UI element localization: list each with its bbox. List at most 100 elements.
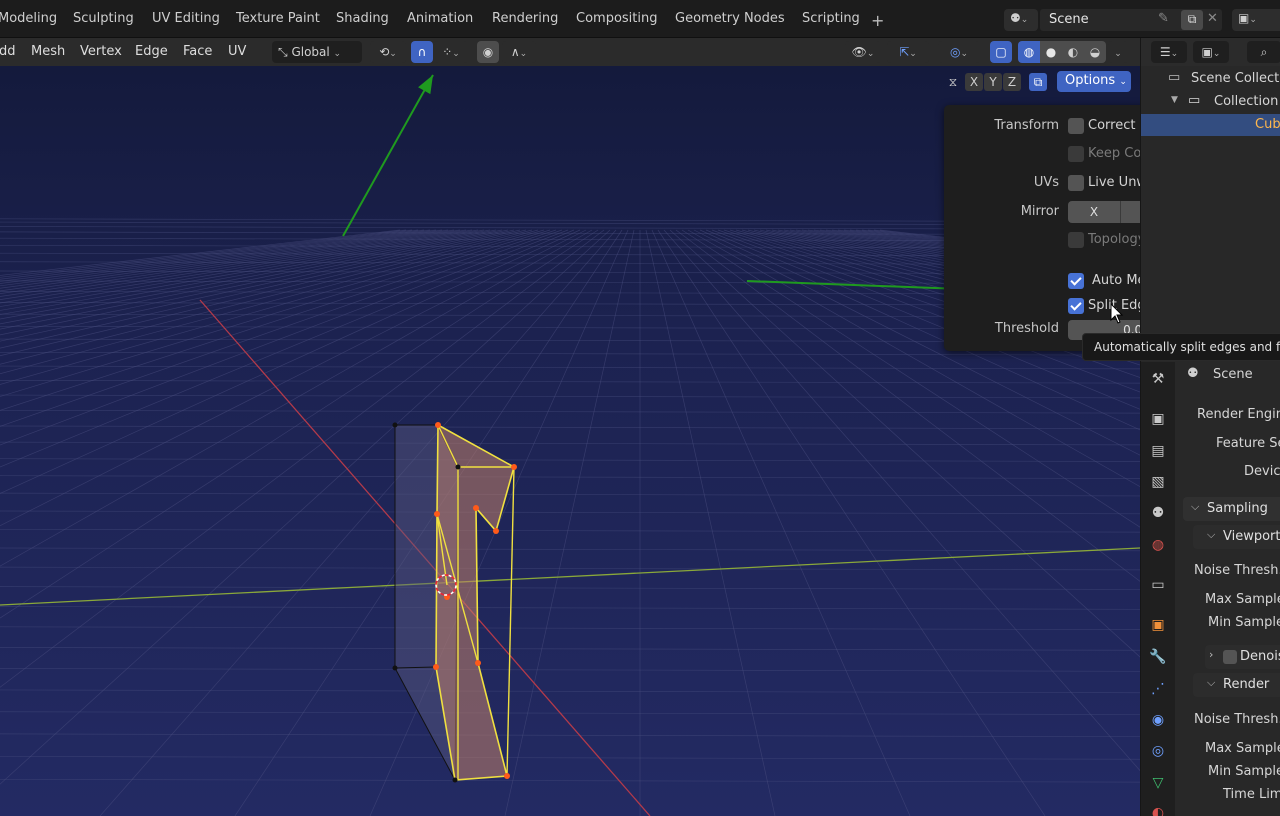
new-scene-button[interactable]: ⧉ xyxy=(1181,10,1203,30)
falloff-dropdown[interactable]: ∧⌄ xyxy=(502,41,536,63)
tab-geometry-nodes[interactable]: Geometry Nodes xyxy=(675,11,785,33)
tab-shading[interactable]: Shading xyxy=(336,11,389,33)
display-mode-dropdown[interactable]: ▣⌄ xyxy=(1193,41,1229,63)
chevron-down-icon: ⌄ xyxy=(389,49,397,59)
chevron-down-icon: ⌄ xyxy=(866,49,875,59)
wireframe-shading-button[interactable]: ◍ xyxy=(1018,41,1040,63)
outliner-header: ☰⌄ ▣⌄ ⌕ xyxy=(1140,38,1280,66)
chevron-down-icon: ⌄ xyxy=(452,49,460,59)
view-layer-browse-button[interactable]: ▣⌄ xyxy=(1232,9,1280,31)
mesh-vertex xyxy=(433,664,439,670)
gizmo-icon: ⇱ xyxy=(899,45,910,59)
scene-browse-button[interactable]: ⚉⌄ xyxy=(1004,9,1038,31)
visibility-dropdown[interactable]: 👁⌄ xyxy=(845,41,881,63)
solid-sphere-icon: ● xyxy=(1045,45,1057,59)
auto-merge-toggle-icon[interactable]: ⧉ xyxy=(1029,73,1047,91)
topology-mirror-checkbox[interactable] xyxy=(1068,232,1084,248)
chevron-down-icon: ⌵ xyxy=(1191,500,1200,513)
options-dropdown-button[interactable]: Options ⌄ xyxy=(1057,71,1131,92)
denoise-subpanel-header[interactable]: › Denois xyxy=(1205,645,1280,669)
view-layer-tab-icon[interactable]: ▧ xyxy=(1149,473,1167,491)
render-sub-label: Render xyxy=(1223,677,1270,692)
display-mode-icon: ▣ xyxy=(1201,45,1213,59)
tab-sculpting[interactable]: Sculpting xyxy=(73,11,134,33)
live-unwrap-checkbox[interactable] xyxy=(1068,175,1084,191)
data-tab-icon[interactable]: ▽ xyxy=(1149,774,1167,792)
render-engine-label: Render Engine xyxy=(1197,407,1280,422)
viewport-subpanel-header[interactable]: ⌵ Viewport xyxy=(1193,525,1280,549)
max-samples-label: Max Samples xyxy=(1205,592,1280,607)
output-tab-icon[interactable]: ▤ xyxy=(1149,442,1167,460)
world-tab-icon[interactable]: ◍ xyxy=(1149,536,1167,554)
symmetry-y-button[interactable]: Y xyxy=(984,73,1002,91)
snap-target-dropdown[interactable]: ⁘⌄ xyxy=(434,41,468,63)
outliner-collection[interactable]: ▼ ▭ Collection xyxy=(1141,91,1280,113)
solid-shading-button[interactable]: ● xyxy=(1040,41,1062,63)
menu-vertex[interactable]: Vertex xyxy=(80,44,122,59)
tab-modeling[interactable]: Modeling xyxy=(0,11,57,33)
auto-merge-checkbox[interactable] xyxy=(1068,273,1084,289)
shading-options-dropdown[interactable]: ⌄ xyxy=(1108,41,1128,63)
overlays-dropdown[interactable]: ◎⌄ xyxy=(938,41,980,63)
denoise-checkbox[interactable] xyxy=(1223,650,1237,664)
sampling-label: Sampling xyxy=(1207,501,1268,516)
collection-tab-icon[interactable]: ▭ xyxy=(1149,576,1167,594)
material-tab-icon[interactable]: ◐ xyxy=(1149,804,1167,816)
render-subpanel-header[interactable]: ⌵ Render xyxy=(1193,673,1280,697)
pivot-point-dropdown[interactable]: ⟲⌄ xyxy=(370,41,406,63)
material-shading-button[interactable]: ◐ xyxy=(1062,41,1084,63)
scene-tab-icon[interactable]: ⚉ xyxy=(1149,504,1167,522)
tab-compositing[interactable]: Compositing xyxy=(576,11,658,33)
disclosure-triangle-icon[interactable]: ▼ xyxy=(1171,95,1178,105)
pin-icon[interactable]: ✎ xyxy=(1158,11,1169,26)
menu-mesh[interactable]: Mesh xyxy=(31,44,65,59)
rendered-shading-button[interactable]: ◒ xyxy=(1084,41,1106,63)
mesh-vertex xyxy=(392,422,398,428)
mirror-x-button[interactable]: X xyxy=(1068,201,1121,223)
search-icon: ⌕ xyxy=(1260,45,1268,59)
tab-scripting[interactable]: Scripting xyxy=(802,11,860,33)
tab-animation[interactable]: Animation xyxy=(407,11,473,33)
options-label: Options xyxy=(1065,73,1116,88)
menu-uv[interactable]: UV xyxy=(228,44,246,59)
constraints-tab-icon[interactable]: ◎ xyxy=(1149,742,1167,760)
particles-tab-icon[interactable]: ⋰ xyxy=(1149,680,1167,698)
symmetry-z-button[interactable]: Z xyxy=(1003,73,1021,91)
object-tab-icon[interactable]: ▣ xyxy=(1149,616,1167,634)
viewport-sub-label: Viewport xyxy=(1223,529,1280,544)
menu-add[interactable]: dd xyxy=(0,44,16,59)
xray-toggle[interactable]: ▢ xyxy=(990,41,1012,63)
outliner-search[interactable]: ⌕ xyxy=(1247,41,1280,63)
tab-uv-editing[interactable]: UV Editing xyxy=(152,11,220,33)
sampling-panel-header[interactable]: ⌵ Sampling xyxy=(1183,497,1280,521)
symmetry-x-button[interactable]: X xyxy=(965,73,983,91)
correct-face-checkbox[interactable] xyxy=(1068,118,1084,134)
tab-rendering[interactable]: Rendering xyxy=(492,11,558,33)
menu-face[interactable]: Face xyxy=(183,44,212,59)
mesh-vertex xyxy=(473,505,479,511)
editor-type-dropdown[interactable]: ☰⌄ xyxy=(1151,41,1187,63)
close-icon[interactable]: ✕ xyxy=(1207,11,1218,26)
magnet-icon: ∩ xyxy=(417,45,427,59)
menu-edge[interactable]: Edge xyxy=(135,44,168,59)
render-tab-icon[interactable]: ▣ xyxy=(1149,410,1167,428)
device-label: Device xyxy=(1244,464,1280,479)
outliner-scene-collection[interactable]: ▭ Scene Collecti xyxy=(1141,68,1280,90)
split-edges-checkbox[interactable] xyxy=(1068,298,1084,314)
tool-tab-icon[interactable]: ⚒ xyxy=(1149,370,1167,388)
transform-orientation-dropdown[interactable]: ⤡ Global ⌄ xyxy=(272,41,362,63)
chevron-down-icon: ⌵ xyxy=(1207,676,1216,689)
gizmo-dropdown[interactable]: ⇱⌄ xyxy=(887,41,929,63)
physics-tab-icon[interactable]: ◉ xyxy=(1149,711,1167,729)
keep-connected-checkbox[interactable] xyxy=(1068,146,1084,162)
proportional-edit-toggle[interactable]: ◉ xyxy=(477,41,499,63)
uvs-label: UVs xyxy=(1033,175,1059,190)
modifier-tab-icon[interactable]: 🔧 xyxy=(1149,648,1167,666)
chevron-down-icon: ⌄ xyxy=(1119,77,1127,87)
tab-texture-paint[interactable]: Texture Paint xyxy=(236,11,320,33)
scene-name-field[interactable]: Scene ✎ ⧉ ✕ xyxy=(1040,9,1222,31)
chevron-down-icon: ⌄ xyxy=(909,49,917,59)
outliner-cube[interactable]: Cube xyxy=(1141,114,1280,136)
add-workspace-button[interactable]: + xyxy=(871,11,884,30)
snap-toggle[interactable]: ∩ xyxy=(411,41,433,63)
